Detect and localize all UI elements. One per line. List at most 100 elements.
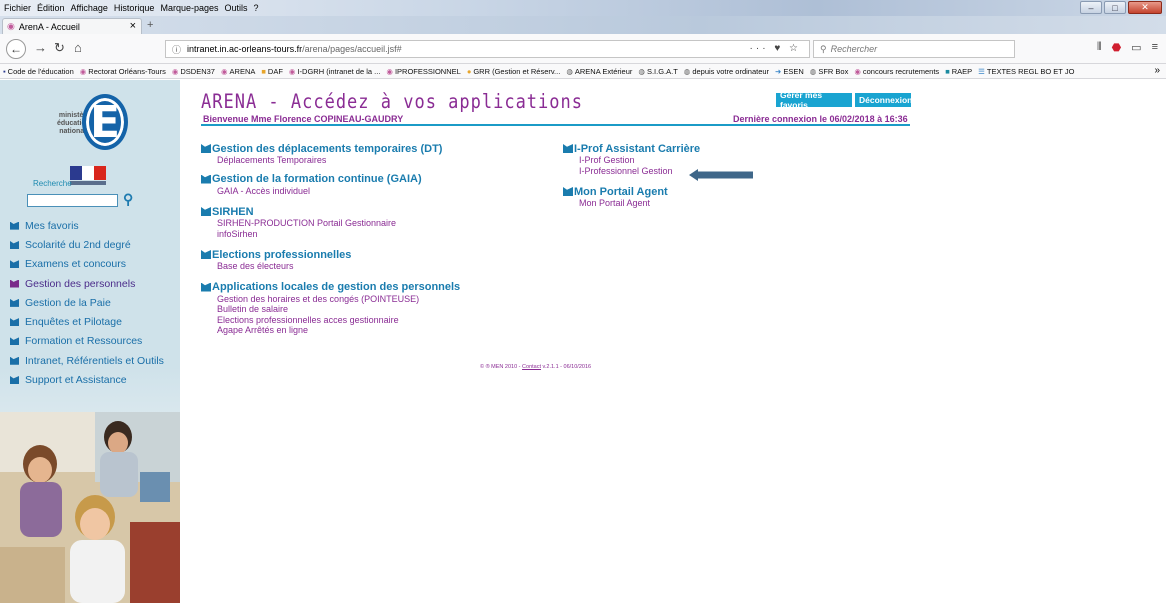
home-icon[interactable]: ⌂ — [74, 40, 82, 55]
reload-icon[interactable]: ↻ — [54, 40, 65, 56]
bookmark-item[interactable]: ◍ S.I.G.A.T — [638, 67, 677, 76]
arrow-icon — [201, 282, 211, 292]
app-link[interactable]: Agape Arrêtés en ligne — [201, 325, 460, 336]
sidebar-item-examens[interactable]: Examens et concours — [10, 255, 185, 274]
bookmark-item[interactable]: ◉ I-DGRH (intranet de la ... — [289, 67, 381, 76]
new-tab-icon[interactable]: + — [147, 19, 153, 31]
app-link[interactable]: Déplacements Temporaires — [201, 155, 460, 166]
menu-affichage[interactable]: Affichage — [71, 3, 108, 13]
section-title[interactable]: Gestion des déplacements temporaires (DT… — [201, 142, 460, 155]
app-link[interactable]: SIRHEN-PRODUCTION Portail Gestionnaire — [201, 218, 460, 229]
minimize-icon[interactable]: – — [1080, 1, 1102, 14]
logout-button[interactable]: Déconnexion — [855, 93, 912, 107]
app-link[interactable]: Base des électeurs — [201, 261, 460, 272]
section-applications-locales: Applications locales de gestion des pers… — [201, 281, 460, 336]
back-arrow-icon[interactable]: ← — [6, 39, 26, 59]
magnifier-icon[interactable]: ⚲ — [123, 191, 133, 208]
app-link[interactable]: Bulletin de salaire — [201, 304, 460, 315]
marianne-logo — [70, 166, 108, 186]
section-title[interactable]: SIRHEN — [201, 205, 460, 218]
contact-link[interactable]: Contact — [522, 364, 541, 370]
bookmark-item[interactable]: ◉ DSDEN37 — [172, 67, 215, 76]
bookmark-item[interactable]: ■ RAEP — [945, 67, 972, 76]
right-applications-column: I-Prof Assistant Carrière I-Prof Gestion… — [563, 142, 700, 217]
bookmark-item[interactable]: ➜ ESEN — [775, 67, 804, 76]
close-tab-icon[interactable]: × — [130, 20, 136, 32]
library-icon[interactable]: ⫴ — [1097, 41, 1102, 54]
page-title: ARENA - Accédez à vos applications — [201, 90, 583, 114]
url-host: intranet.in.ac-orleans-tours.fr — [187, 44, 303, 54]
bookmark-item[interactable]: ◉ IPROFESSIONNEL — [386, 67, 460, 76]
arrow-icon — [201, 174, 211, 184]
sidebar-item-gestion-personnels[interactable]: Gestion des personnels — [10, 274, 185, 293]
logo-e-icon: E — [82, 94, 128, 150]
tab-bar: ◉ ArenA - Accueil × + — [0, 16, 1166, 34]
url-page-actions[interactable]: ··· ♥ ☆ — [750, 43, 801, 54]
section-deplacements: Gestion des déplacements temporaires (DT… — [201, 142, 460, 166]
app-link[interactable]: Mon Portail Agent — [563, 198, 700, 209]
browser-menubar: Fichier Édition Affichage Historique Mar… — [0, 0, 1166, 16]
arrow-icon — [201, 144, 211, 153]
bookmark-item[interactable]: ◍ depuis votre ordinateur — [684, 67, 769, 76]
menu-help[interactable]: ? — [254, 3, 259, 13]
section-elections: Elections professionnelles Base des élec… — [201, 248, 460, 272]
sidebar: ministère éducation nationale E Recherche … — [0, 80, 180, 603]
section-title[interactable]: Elections professionnelles — [201, 248, 460, 261]
manage-favorites-button[interactable]: Gérer mes favoris — [776, 90, 852, 110]
bookmark-item[interactable]: ◍ SFR Box — [810, 67, 849, 76]
app-link[interactable]: I-Prof Gestion — [563, 155, 700, 166]
maximize-icon[interactable]: □ — [1104, 1, 1126, 14]
arrow-icon — [10, 221, 19, 230]
hamburger-menu-icon[interactable]: ≡ — [1152, 41, 1158, 54]
bookmark-item[interactable]: ● GRR (Gestion et Réserv... — [467, 67, 561, 76]
section-portail-agent: Mon Portail Agent Mon Portail Agent — [563, 185, 700, 209]
app-link[interactable]: GAIA - Accès individuel — [201, 186, 460, 197]
bookmark-item[interactable]: ◍ ARENA Extérieur — [566, 67, 632, 76]
site-info-icon[interactable]: ⓘ — [172, 43, 181, 56]
menu-edition[interactable]: Édition — [37, 3, 65, 13]
menu-fichier[interactable]: Fichier — [4, 3, 31, 13]
sidebar-item-support[interactable]: Support et Assistance — [10, 370, 185, 389]
section-title[interactable]: Gestion de la formation continue (GAIA) — [201, 173, 460, 186]
sidebar-search-input[interactable] — [27, 194, 118, 207]
sidebar-item-enquetes[interactable]: Enquêtes et Pilotage — [10, 312, 185, 331]
title-divider — [201, 124, 910, 126]
arrow-icon — [10, 298, 19, 307]
app-link[interactable]: Gestion des horaires et des congés (POIN… — [201, 294, 460, 305]
tab-arena-accueil[interactable]: ◉ ArenA - Accueil × — [2, 18, 142, 34]
adblock-icon[interactable]: ⬣ — [1112, 41, 1122, 54]
bookmark-item[interactable]: ☰ TEXTES REGL BO ET JO — [978, 67, 1074, 76]
sidebar-item-formation[interactable]: Formation et Ressources — [10, 332, 185, 351]
ministere-logo: ministère éducation nationale E — [52, 90, 132, 150]
section-title[interactable]: Mon Portail Agent — [563, 185, 700, 198]
sidebar-item-scolarite[interactable]: Scolarité du 2nd degré — [10, 235, 185, 254]
menu-marque-pages[interactable]: Marque-pages — [160, 3, 218, 13]
sidebar-toggle-icon[interactable]: ▭ — [1131, 41, 1141, 54]
forward-arrow-icon[interactable]: → — [34, 40, 47, 55]
bookmark-item[interactable]: ◉ concours recrutements — [854, 67, 939, 76]
url-path: /arena/pages/accueil.jsf# — [302, 44, 402, 54]
app-link[interactable]: I-Professionnel Gestion — [563, 166, 700, 177]
bookmark-item[interactable]: ◉ Rectorat Orléans-Tours — [80, 67, 166, 76]
bookmark-item[interactable]: ◉ ARENA — [221, 67, 255, 76]
bookmark-item[interactable]: ▪ Code de l'éducation — [3, 67, 74, 76]
sidebar-item-mes-favoris[interactable]: Mes favoris — [10, 216, 185, 235]
browser-search-input[interactable]: ⚲ Rechercher — [813, 40, 1015, 58]
app-link[interactable]: infoSirhen — [201, 229, 460, 240]
window-controls: – □ ✕ — [1080, 1, 1162, 14]
bookmarks-bar: ▪ Code de l'éducation ◉ Rectorat Orléans-T… — [0, 64, 1166, 79]
page-footer: © ® MEN 2010 - Contact v.2.1.1 - 06/10/2… — [480, 364, 592, 370]
arrow-icon — [563, 187, 573, 196]
bookmarks-overflow-icon[interactable]: » — [1154, 65, 1160, 76]
section-title[interactable]: I-Prof Assistant Carrière — [563, 142, 700, 155]
sidebar-item-paie[interactable]: Gestion de la Paie — [10, 293, 185, 312]
bookmark-item[interactable]: ■ DAF — [261, 67, 283, 76]
url-bar[interactable]: ⓘ intranet.in.ac-orleans-tours.fr /arena… — [165, 40, 810, 58]
close-window-icon[interactable]: ✕ — [1128, 1, 1162, 14]
sidebar-item-intranet[interactable]: Intranet, Référentiels et Outils — [10, 351, 185, 370]
section-title[interactable]: Applications locales de gestion des pers… — [201, 281, 460, 294]
menu-outils[interactable]: Outils — [225, 3, 248, 13]
arena-favicon-icon: ◉ — [7, 21, 15, 31]
app-link[interactable]: Elections professionnelles acces gestion… — [201, 315, 460, 326]
menu-historique[interactable]: Historique — [114, 3, 155, 13]
